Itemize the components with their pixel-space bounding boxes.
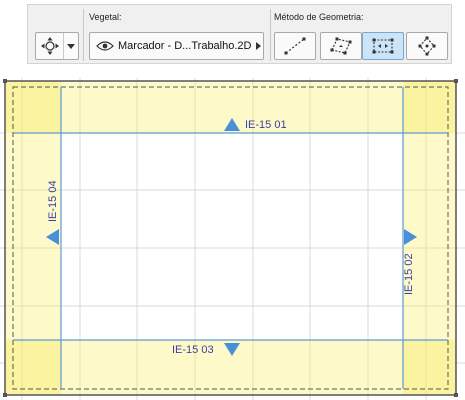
marker-placement-button[interactable]	[36, 33, 64, 59]
floor-plan-canvas[interactable]: IE-15 01 IE-15 02 IE-15 03 IE-15 04	[0, 78, 465, 400]
elevation-marker-right-arrow-icon[interactable]	[404, 229, 417, 245]
elevation-marker-left-arrow-icon[interactable]	[46, 229, 59, 245]
diagonal-line-icon	[284, 37, 306, 55]
toolbar: Vegetal: Marcador - D...Trabalho.2D Méto…	[27, 4, 452, 64]
toolbar-separator	[83, 9, 84, 61]
rectangle-icon	[372, 38, 394, 54]
geometry-method-label: Método de Geometria:	[274, 12, 364, 22]
triangle-right-icon	[253, 42, 263, 50]
vegetal-label: Vegetal:	[89, 12, 122, 22]
geometry-rectangle-button[interactable]	[362, 32, 404, 60]
vegetal-dropdown[interactable]: Marcador - D...Trabalho.2D	[89, 32, 264, 60]
geometry-crosshair-button[interactable]	[406, 32, 448, 60]
eye-icon	[96, 41, 114, 51]
marker-placement-dropdown[interactable]	[63, 33, 78, 59]
elevation-marker-left-label[interactable]: IE-15 04	[47, 180, 59, 222]
elevation-marker-bottom-arrow-icon[interactable]	[224, 343, 240, 356]
marker-placement-split-button[interactable]	[35, 32, 79, 60]
rotated-rectangle-icon	[330, 37, 352, 55]
geometry-line-button[interactable]	[274, 32, 316, 60]
elevation-marker-top-arrow-icon[interactable]	[224, 118, 240, 131]
elevation-marker-bottom-label[interactable]: IE-15 03	[172, 344, 214, 356]
elevation-marker-top-label[interactable]: IE-15 01	[245, 119, 287, 131]
chevron-down-icon	[67, 43, 75, 49]
toolbar-separator	[270, 9, 271, 61]
elevation-marker-right-label[interactable]: IE-15 02	[403, 253, 415, 295]
vegetal-value: Marcador - D...Trabalho.2D	[118, 40, 252, 52]
marker-placement-icon	[41, 37, 59, 55]
geometry-rotated-rect-button[interactable]	[320, 32, 362, 60]
crosshair-points-icon	[418, 36, 436, 56]
